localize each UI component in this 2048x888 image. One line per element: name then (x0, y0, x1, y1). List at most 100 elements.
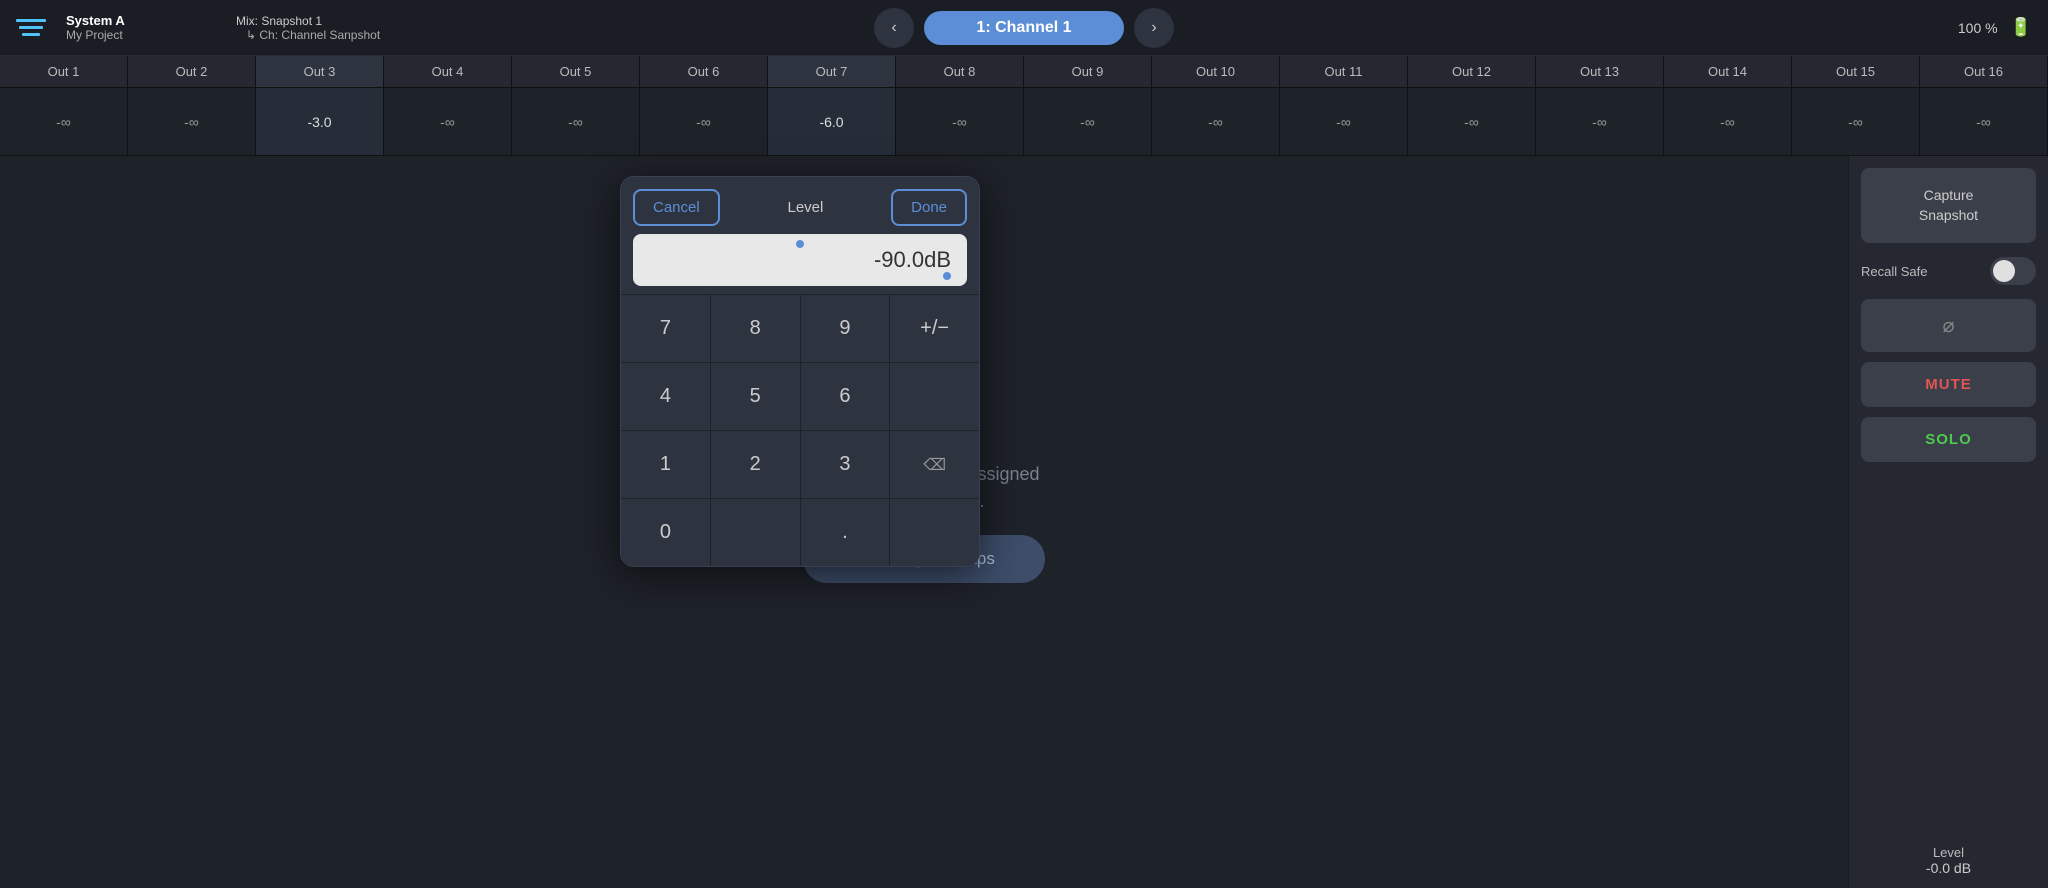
output-header-11: Out 11 (1280, 56, 1407, 88)
output-value-2: -∞ (128, 88, 255, 155)
level-label: Level (1861, 845, 2036, 860)
key-backspace[interactable]: ⌫ (890, 431, 979, 498)
key-1[interactable]: 1 (621, 431, 710, 498)
output-col-13[interactable]: Out 13-∞ (1536, 56, 1664, 155)
output-header-8: Out 8 (896, 56, 1023, 88)
output-value-6: -∞ (640, 88, 767, 155)
top-right: 100 % 🔋 (1958, 17, 2032, 38)
nav-center: ‹ 1: Channel 1 › (874, 8, 1174, 48)
output-col-12[interactable]: Out 12-∞ (1408, 56, 1536, 155)
output-value-1: -∞ (0, 88, 127, 155)
output-header-9: Out 9 (1024, 56, 1151, 88)
output-header-1: Out 1 (0, 56, 127, 88)
link-button[interactable]: ⌀ (1861, 299, 2036, 352)
output-value-13: -∞ (1536, 88, 1663, 155)
key-8[interactable]: 8 (711, 295, 800, 362)
key-3[interactable]: 3 (801, 431, 890, 498)
numpad-display-dot (796, 240, 804, 248)
key-4[interactable]: 4 (621, 363, 710, 430)
numpad-popup: Cancel Level Done -90.0dB 789+/− 456 123⌫ 0… (620, 176, 980, 567)
output-col-5[interactable]: Out 5-∞ (512, 56, 640, 155)
key-dot[interactable]: . (801, 499, 890, 566)
output-header-7: Out 7 (768, 56, 895, 88)
canvas-area: No Spacemaps are assigned to this channe… (0, 156, 1848, 888)
numpad-done-button[interactable]: Done (891, 189, 967, 226)
output-header-3: Out 3 (256, 56, 383, 88)
output-header-14: Out 14 (1664, 56, 1791, 88)
output-col-1[interactable]: Out 1-∞ (0, 56, 128, 155)
output-header-5: Out 5 (512, 56, 639, 88)
output-col-10[interactable]: Out 10-∞ (1152, 56, 1280, 155)
output-value-3: -3.0 (256, 88, 383, 155)
output-header-2: Out 2 (128, 56, 255, 88)
main-area: No Spacemaps are assigned to this channe… (0, 156, 2048, 888)
numpad-arrow (786, 176, 814, 177)
output-col-4[interactable]: Out 4-∞ (384, 56, 512, 155)
capture-snapshot-label: CaptureSnapshot (1919, 187, 1978, 223)
output-row: Out 1-∞Out 2-∞Out 3-3.0Out 4-∞Out 5-∞Out… (0, 56, 2048, 156)
output-col-16[interactable]: Out 16-∞ (1920, 56, 2048, 155)
output-value-10: -∞ (1152, 88, 1279, 155)
output-header-4: Out 4 (384, 56, 511, 88)
numpad-display: -90.0dB (633, 234, 967, 286)
output-value-7: -6.0 (768, 88, 895, 155)
wifi-icon (16, 13, 56, 43)
output-value-16: -∞ (1920, 88, 2047, 155)
key-0[interactable]: 0 (621, 499, 710, 566)
output-col-11[interactable]: Out 11-∞ (1280, 56, 1408, 155)
numpad-title: Level (728, 199, 883, 216)
output-col-8[interactable]: Out 8-∞ (896, 56, 1024, 155)
output-header-10: Out 10 (1152, 56, 1279, 88)
key-empty2 (711, 499, 800, 566)
level-display: Level -0.0 dB (1861, 845, 2036, 876)
output-value-15: -∞ (1792, 88, 1919, 155)
output-header-12: Out 12 (1408, 56, 1535, 88)
ch-label: ↳ Ch: Channel Sanpshot (236, 28, 380, 42)
recall-safe-toggle[interactable] (1990, 257, 2036, 285)
capture-snapshot-button[interactable]: CaptureSnapshot (1861, 168, 2036, 243)
right-panel: CaptureSnapshot Recall Safe ⌀ MUTE SOLO … (1848, 156, 2048, 888)
recall-safe-row: Recall Safe (1861, 253, 2036, 289)
key-6[interactable]: 6 (801, 363, 890, 430)
numpad-keys: 789+/− 456 123⌫ 0. (621, 294, 979, 566)
battery-icon: 🔋 (2010, 17, 2032, 38)
key-empty1 (890, 363, 979, 430)
project-name: My Project (66, 28, 125, 42)
level-value: -0.0 dB (1861, 860, 2036, 876)
output-col-9[interactable]: Out 9-∞ (1024, 56, 1152, 155)
key-empty3 (890, 499, 979, 566)
key-7[interactable]: 7 (621, 295, 710, 362)
output-header-13: Out 13 (1536, 56, 1663, 88)
numpad-display-value: -90.0dB (874, 247, 951, 273)
device-info: System A My Project (16, 13, 216, 43)
link-icon: ⌀ (1942, 313, 1954, 338)
output-col-15[interactable]: Out 15-∞ (1792, 56, 1920, 155)
output-value-8: -∞ (896, 88, 1023, 155)
mix-info: Mix: Snapshot 1 ↳ Ch: Channel Sanpshot (236, 14, 380, 42)
output-value-11: -∞ (1280, 88, 1407, 155)
output-header-16: Out 16 (1920, 56, 2047, 88)
key-plusminus[interactable]: +/− (890, 295, 979, 362)
device-name: System A (66, 13, 125, 28)
output-value-12: -∞ (1408, 88, 1535, 155)
output-col-7[interactable]: Out 7-6.0 (768, 56, 896, 155)
solo-button[interactable]: SOLO (1861, 417, 2036, 462)
key-9[interactable]: 9 (801, 295, 890, 362)
output-header-6: Out 6 (640, 56, 767, 88)
output-col-3[interactable]: Out 3-3.0 (256, 56, 384, 155)
top-bar: System A My Project Mix: Snapshot 1 ↳ Ch… (0, 0, 2048, 56)
device-text: System A My Project (66, 13, 125, 42)
numpad-header: Cancel Level Done (621, 177, 979, 234)
key-2[interactable]: 2 (711, 431, 800, 498)
mix-label: Mix: Snapshot 1 (236, 14, 322, 28)
output-col-2[interactable]: Out 2-∞ (128, 56, 256, 155)
key-5[interactable]: 5 (711, 363, 800, 430)
mute-button[interactable]: MUTE (1861, 362, 2036, 407)
next-button[interactable]: › (1134, 8, 1174, 48)
numpad-cancel-button[interactable]: Cancel (633, 189, 720, 226)
output-col-6[interactable]: Out 6-∞ (640, 56, 768, 155)
channel-button[interactable]: 1: Channel 1 (924, 11, 1124, 45)
output-header-15: Out 15 (1792, 56, 1919, 88)
output-col-14[interactable]: Out 14-∞ (1664, 56, 1792, 155)
prev-button[interactable]: ‹ (874, 8, 914, 48)
